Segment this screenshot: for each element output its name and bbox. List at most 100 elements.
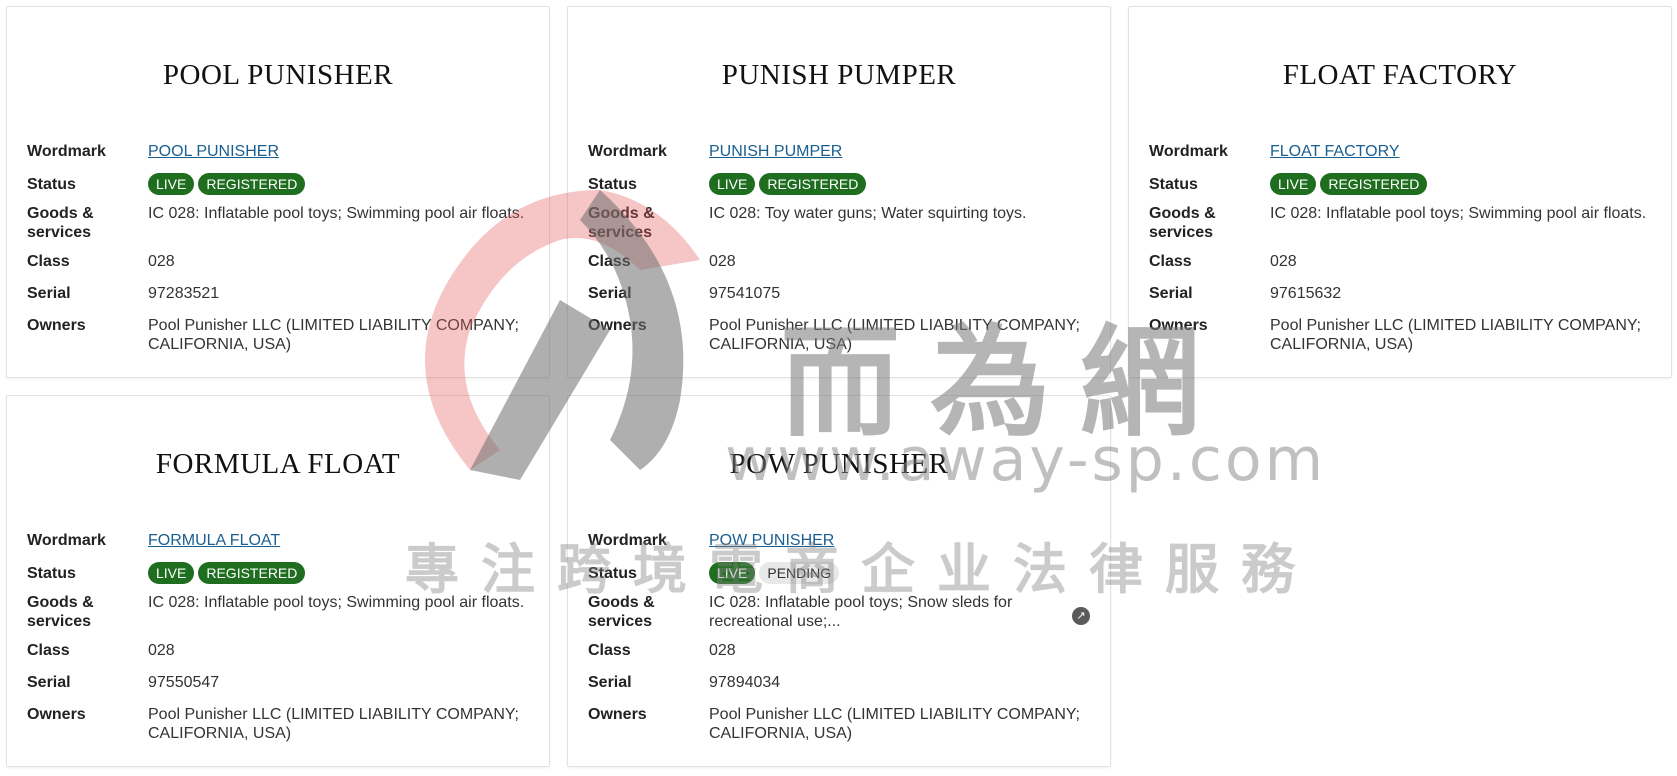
field-label: Class bbox=[588, 642, 631, 659]
field-status: Status LIVE REGISTERED bbox=[1149, 173, 1651, 204]
field-status: Status LIVE REGISTERED bbox=[588, 173, 1090, 204]
field-label: Status bbox=[27, 565, 76, 582]
field-goods-services: Goods & services IC 028: Inflatable pool… bbox=[588, 593, 1090, 641]
status-badge: LIVE bbox=[709, 562, 756, 584]
field-wordmark: Wordmark POW PUNISHER bbox=[588, 531, 1090, 563]
wordmark-link[interactable]: POW PUNISHER bbox=[709, 532, 834, 549]
trademark-card: POOL PUNISHER Wordmark POOL PUNISHER Sta… bbox=[6, 6, 550, 378]
field-value: Pool Punisher LLC (LIMITED LIABILITY COM… bbox=[148, 317, 519, 353]
field-class: Class 028 bbox=[588, 641, 1090, 673]
field-label: Class bbox=[1149, 253, 1192, 270]
field-label: Serial bbox=[588, 674, 632, 691]
field-label: Serial bbox=[588, 285, 632, 302]
field-label: Status bbox=[27, 176, 76, 193]
field-label: Serial bbox=[27, 285, 71, 302]
card-fields: Wordmark POOL PUNISHER Status LIVE REGIST… bbox=[27, 142, 529, 356]
field-serial: Serial 97615632 bbox=[1149, 284, 1651, 316]
trademark-results-grid: POOL PUNISHER Wordmark POOL PUNISHER Sta… bbox=[0, 0, 1677, 776]
field-value: 028 bbox=[709, 253, 736, 270]
trademark-card: FLOAT FACTORY Wordmark FLOAT FACTORY Sta… bbox=[1128, 6, 1672, 378]
field-label: Owners bbox=[1149, 317, 1208, 334]
card-title: FORMULA FLOAT bbox=[155, 448, 401, 480]
field-label: Class bbox=[588, 253, 631, 270]
field-owners: Owners Pool Punisher LLC (LIMITED LIABIL… bbox=[1149, 316, 1651, 356]
status-badge: REGISTERED bbox=[759, 173, 867, 195]
field-serial: Serial 97894034 bbox=[588, 673, 1090, 705]
field-value: IC 028: Toy water guns; Water squirting … bbox=[709, 205, 1027, 222]
field-label: Goods & services bbox=[588, 594, 655, 630]
field-value: 028 bbox=[709, 642, 736, 659]
status-badge: REGISTERED bbox=[1320, 173, 1428, 195]
field-label: Wordmark bbox=[588, 143, 667, 160]
field-label: Status bbox=[588, 565, 637, 582]
field-serial: Serial 97550547 bbox=[27, 673, 529, 705]
status-badge: LIVE bbox=[1270, 173, 1317, 195]
field-value: 028 bbox=[1270, 253, 1297, 270]
field-value: IC 028: Inflatable pool toys; Swimming p… bbox=[148, 205, 525, 222]
card-title: POOL PUNISHER bbox=[162, 59, 394, 91]
field-owners: Owners Pool Punisher LLC (LIMITED LIABIL… bbox=[588, 705, 1090, 745]
field-value: 97541075 bbox=[709, 285, 781, 302]
status-badge: REGISTERED bbox=[198, 173, 306, 195]
field-label: Class bbox=[27, 642, 70, 659]
field-goods-services: Goods & services IC 028: Inflatable pool… bbox=[27, 593, 529, 641]
field-wordmark: Wordmark FORMULA FLOAT bbox=[27, 531, 529, 563]
field-label: Serial bbox=[1149, 285, 1193, 302]
field-owners: Owners Pool Punisher LLC (LIMITED LIABIL… bbox=[588, 316, 1090, 356]
field-label: Goods & services bbox=[27, 205, 94, 241]
wordmark-link[interactable]: POOL PUNISHER bbox=[148, 143, 279, 160]
card-title: POW PUNISHER bbox=[729, 448, 949, 480]
field-wordmark: Wordmark PUNISH PUMPER bbox=[588, 142, 1090, 174]
field-value: Pool Punisher LLC (LIMITED LIABILITY COM… bbox=[1270, 317, 1641, 353]
field-value: IC 028: Inflatable pool toys; Snow sleds… bbox=[709, 594, 1013, 630]
wordmark-link[interactable]: FLOAT FACTORY bbox=[1270, 143, 1400, 160]
field-goods-services: Goods & services IC 028: Inflatable pool… bbox=[1149, 204, 1651, 252]
field-value: Pool Punisher LLC (LIMITED LIABILITY COM… bbox=[709, 317, 1080, 353]
field-value: IC 028: Inflatable pool toys; Swimming p… bbox=[1270, 205, 1647, 222]
field-class: Class 028 bbox=[27, 641, 529, 673]
wordmark-link[interactable]: PUNISH PUMPER bbox=[709, 143, 842, 160]
field-label: Owners bbox=[27, 317, 86, 334]
status-badge: LIVE bbox=[148, 173, 195, 195]
field-wordmark: Wordmark POOL PUNISHER bbox=[27, 142, 529, 174]
field-class: Class 028 bbox=[588, 252, 1090, 284]
status-badge: REGISTERED bbox=[198, 562, 306, 584]
field-value: 97894034 bbox=[709, 674, 781, 691]
wordmark-link[interactable]: FORMULA FLOAT bbox=[148, 532, 280, 549]
trademark-card: POW PUNISHER Wordmark POW PUNISHER Statu… bbox=[567, 395, 1111, 767]
field-goods-services: Goods & services IC 028: Inflatable pool… bbox=[27, 204, 529, 252]
field-label: Wordmark bbox=[588, 532, 667, 549]
field-goods-services: Goods & services IC 028: Toy water guns;… bbox=[588, 204, 1090, 252]
field-value: 97550547 bbox=[148, 674, 220, 691]
expand-arrow-icon[interactable]: ↗ bbox=[1072, 607, 1090, 625]
field-label: Goods & services bbox=[1149, 205, 1216, 241]
trademark-card: FORMULA FLOAT Wordmark FORMULA FLOAT Sta… bbox=[6, 395, 550, 767]
field-value: Pool Punisher LLC (LIMITED LIABILITY COM… bbox=[148, 706, 519, 742]
field-serial: Serial 97283521 bbox=[27, 284, 529, 316]
field-value: Pool Punisher LLC (LIMITED LIABILITY COM… bbox=[709, 706, 1080, 742]
field-owners: Owners Pool Punisher LLC (LIMITED LIABIL… bbox=[27, 705, 529, 745]
field-label: Wordmark bbox=[1149, 143, 1228, 160]
field-status: Status LIVE PENDING bbox=[588, 562, 1090, 593]
card-fields: Wordmark POW PUNISHER Status LIVE PENDING… bbox=[588, 531, 1090, 745]
field-label: Status bbox=[588, 176, 637, 193]
card-fields: Wordmark PUNISH PUMPER Status LIVE REGIST… bbox=[588, 142, 1090, 356]
field-label: Owners bbox=[588, 706, 647, 723]
field-class: Class 028 bbox=[27, 252, 529, 284]
card-title: PUNISH PUMPER bbox=[721, 59, 957, 91]
field-class: Class 028 bbox=[1149, 252, 1651, 284]
field-status: Status LIVE REGISTERED bbox=[27, 562, 529, 593]
field-value: 028 bbox=[148, 642, 175, 659]
field-label: Serial bbox=[27, 674, 71, 691]
field-value: 97283521 bbox=[148, 285, 220, 302]
field-value: IC 028: Inflatable pool toys; Swimming p… bbox=[148, 594, 525, 611]
field-label: Goods & services bbox=[27, 594, 94, 630]
status-badge: LIVE bbox=[148, 562, 195, 584]
field-label: Wordmark bbox=[27, 143, 106, 160]
field-serial: Serial 97541075 bbox=[588, 284, 1090, 316]
field-value: 97615632 bbox=[1270, 285, 1342, 302]
field-wordmark: Wordmark FLOAT FACTORY bbox=[1149, 142, 1651, 174]
card-fields: Wordmark FORMULA FLOAT Status LIVE REGIST… bbox=[27, 531, 529, 745]
field-status: Status LIVE REGISTERED bbox=[27, 173, 529, 204]
status-badge: PENDING bbox=[759, 562, 840, 584]
